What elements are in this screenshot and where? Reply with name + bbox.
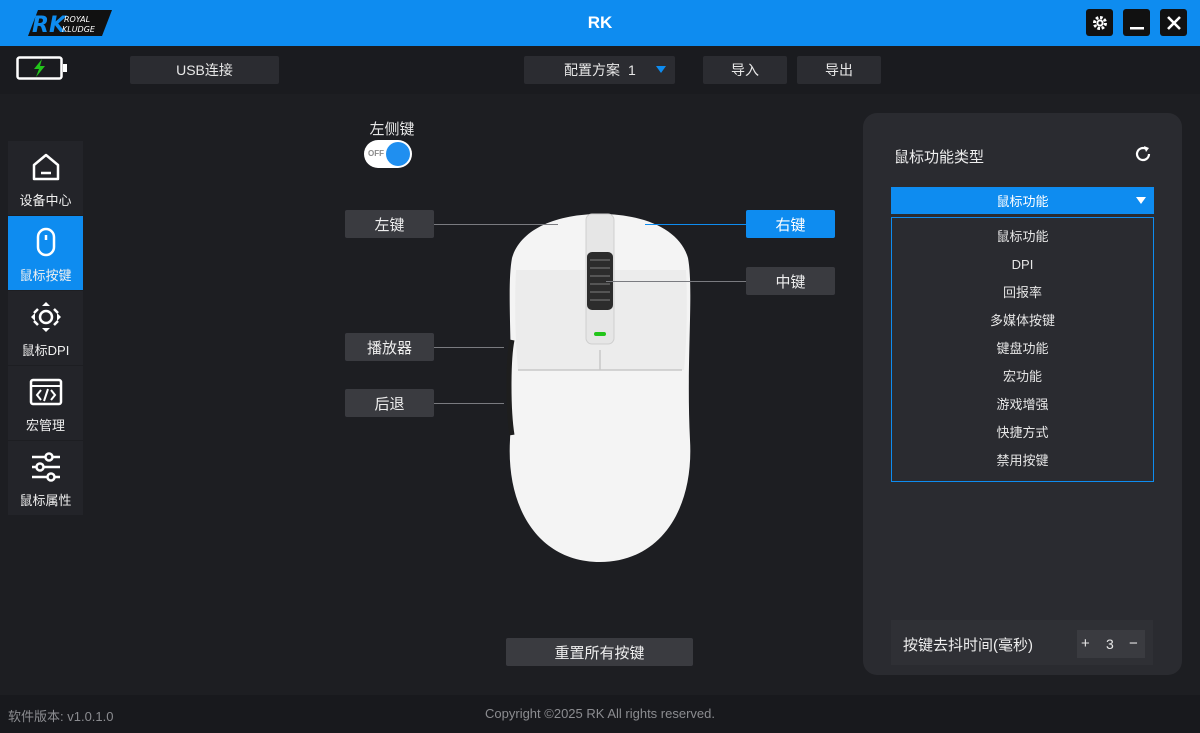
debounce-label: 按键去抖时间(毫秒): [903, 637, 1033, 654]
dpi-icon: [29, 300, 63, 334]
sidebar-item-mouse-buttons[interactable]: 鼠标按键: [8, 216, 83, 290]
option-item[interactable]: 多媒体按键: [892, 310, 1153, 332]
forward-button-line: [434, 347, 504, 348]
minimize-button[interactable]: [1123, 9, 1150, 36]
mouse-icon: [29, 225, 63, 259]
option-item[interactable]: 宏功能: [892, 366, 1153, 388]
sidebar-item-label: 设备中心: [19, 193, 72, 208]
battery-charging-icon: [16, 56, 67, 80]
sidebar-item-label: 宏管理: [25, 418, 65, 433]
home-icon: [29, 150, 63, 184]
debounce-value[interactable]: 3: [1106, 636, 1114, 652]
code-window-icon: [29, 375, 63, 409]
back-button-line: [434, 403, 504, 404]
sidebar-item-label: 鼠标DPI: [21, 343, 70, 358]
option-item[interactable]: 回报率: [892, 282, 1153, 304]
sidebar-item-mouse-dpi[interactable]: 鼠标DPI: [8, 291, 83, 365]
function-type-select[interactable]: 鼠标功能: [891, 187, 1154, 214]
option-item[interactable]: 禁用按键: [892, 450, 1153, 472]
sidebar-item-device-center[interactable]: 设备中心: [8, 141, 83, 215]
sidebar-item-macro[interactable]: 宏管理: [8, 366, 83, 440]
option-item[interactable]: 键盘功能: [892, 338, 1153, 360]
gear-icon: [1092, 15, 1107, 30]
export-button[interactable]: 导出: [797, 56, 881, 84]
copyright-text: Copyright ©2025 RK All rights reserved.: [485, 706, 715, 721]
side-key-toggle[interactable]: OFF: [364, 140, 412, 168]
sliders-icon: [29, 450, 63, 484]
profile-select[interactable]: 配置方案 1: [524, 56, 675, 84]
toggle-state: OFF: [368, 149, 384, 158]
middle-button-line: [606, 281, 746, 282]
option-item[interactable]: DPI: [892, 254, 1153, 276]
function-type-options: 鼠标功能 DPI 回报率 多媒体按键 键盘功能 宏功能 游戏增强 快捷方式 禁用…: [891, 217, 1154, 482]
sidebar-item-mouse-properties[interactable]: 鼠标属性: [8, 441, 83, 515]
connection-status: USB连接: [130, 56, 279, 84]
debounce-stepper: + 3 −: [1077, 630, 1145, 658]
minimize-icon: [1129, 26, 1144, 29]
increment-button[interactable]: +: [1081, 635, 1090, 652]
right-button-line: [645, 224, 746, 225]
left-button-line: [434, 224, 558, 225]
close-button[interactable]: [1160, 9, 1187, 36]
sidebar-item-label: 鼠标属性: [19, 493, 72, 508]
app-title: RK: [587, 13, 613, 32]
close-icon: [1166, 15, 1181, 30]
mouse-image: [506, 213, 691, 562]
option-item[interactable]: 快捷方式: [892, 422, 1153, 444]
caret-down-icon: [656, 66, 666, 73]
right-button-mapping[interactable]: 右键: [746, 210, 835, 238]
profile-label: 配置方案: [564, 62, 620, 78]
profile-value: 1: [628, 62, 636, 78]
reset-all-buttons[interactable]: 重置所有按键: [506, 638, 693, 666]
settings-button[interactable]: [1086, 9, 1113, 36]
panel-title: 鼠标功能类型: [894, 149, 985, 166]
caret-down-icon: [1136, 197, 1146, 204]
left-button-mapping[interactable]: 左键: [345, 210, 434, 238]
refresh-icon[interactable]: [1133, 144, 1153, 164]
option-item[interactable]: 游戏增强: [892, 394, 1153, 416]
back-button-mapping[interactable]: 后退: [345, 389, 434, 417]
option-item[interactable]: 鼠标功能: [892, 226, 1153, 248]
import-button[interactable]: 导入: [703, 56, 787, 84]
decrement-button[interactable]: −: [1129, 635, 1138, 652]
sidebar-item-label: 鼠标按键: [19, 268, 72, 283]
forward-button-mapping[interactable]: 播放器: [345, 333, 434, 361]
toggle-knob: [386, 142, 410, 166]
side-key-label: 左侧键: [369, 121, 415, 138]
middle-button-mapping[interactable]: 中键: [746, 267, 835, 295]
function-type-value: 鼠标功能: [996, 194, 1049, 209]
